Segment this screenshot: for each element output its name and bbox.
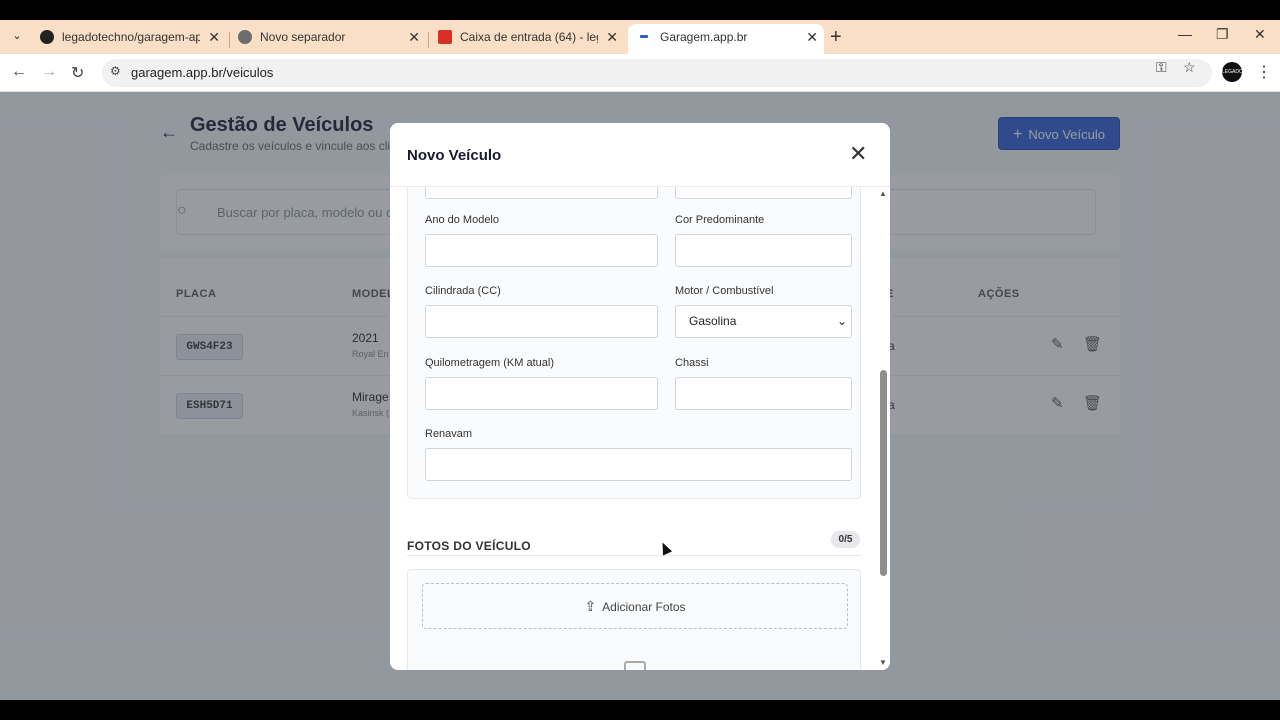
- scroll-down-arrow-icon[interactable]: ▼: [879, 658, 887, 667]
- ano-modelo-input[interactable]: [425, 234, 658, 267]
- photos-section-title: FOTOS DO VEÍCULO: [407, 539, 531, 553]
- add-photos-button[interactable]: ⇪ Adicionar Fotos: [422, 583, 848, 629]
- new-vehicle-modal: Novo Veículo ✕ Ano do Modelo Cor Predomi…: [390, 123, 890, 670]
- motor-select-value: Gasolina: [689, 314, 737, 328]
- browser-tabstrip: ⌄ legadotechno/garagem-app-br ✕ Novo sep…: [0, 20, 1280, 54]
- label-chassi: Chassi: [675, 357, 709, 369]
- close-window-icon[interactable]: ✕: [1254, 26, 1266, 43]
- minimize-icon[interactable]: —: [1178, 26, 1192, 42]
- gmail-icon: [438, 30, 452, 44]
- profile-avatar[interactable]: LEGADO: [1222, 62, 1243, 82]
- chassi-input[interactable]: [675, 377, 852, 410]
- close-tab-icon[interactable]: ✕: [606, 24, 618, 50]
- password-key-icon[interactable]: ⚿: [1156, 59, 1167, 76]
- scrollbar-thumb[interactable]: [880, 370, 887, 576]
- back-icon[interactable]: ←: [11, 63, 27, 81]
- scroll-up-arrow-icon[interactable]: ▲: [879, 189, 887, 198]
- add-photos-label: Adicionar Fotos: [602, 600, 686, 614]
- photos-panel: ⇪ Adicionar Fotos: [407, 569, 861, 670]
- new-tab-icon[interactable]: +: [830, 26, 842, 49]
- screen: ⌄ legadotechno/garagem-app-br ✕ Novo sep…: [0, 0, 1280, 720]
- cilindrada-input[interactable]: [425, 305, 658, 338]
- motor-select[interactable]: Gasolina ⌄: [675, 305, 852, 338]
- close-icon[interactable]: ✕: [849, 141, 867, 167]
- tab-label: Novo separador: [260, 30, 346, 44]
- tab-label: Garagem.app.br: [660, 30, 748, 44]
- upload-icon: ⇪: [584, 598, 597, 614]
- address-bar[interactable]: ⚙ garagem.app.br/veiculos: [102, 59, 1212, 87]
- browser-menu-icon[interactable]: ⋮: [1256, 62, 1272, 82]
- github-icon: [40, 30, 54, 44]
- url-text: garagem.app.br/veiculos: [131, 65, 274, 80]
- vehicle-details-panel: Ano do Modelo Cor Predominante Cilindrad…: [407, 187, 861, 499]
- label-cor: Cor Predominante: [675, 214, 765, 226]
- close-tab-icon[interactable]: ✕: [806, 24, 818, 50]
- bookmark-star-icon[interactable]: ☆: [1183, 59, 1196, 76]
- previous-field-right[interactable]: [675, 187, 852, 199]
- browser-toolbar: ← → ↻ ⚙ garagem.app.br/veiculos ⚿ ☆ LEGA…: [0, 54, 1280, 92]
- photo-count-badge: 0/5: [831, 531, 860, 548]
- cor-input[interactable]: [675, 234, 852, 267]
- km-input[interactable]: [425, 377, 658, 410]
- label-km: Quilometragem (KM atual): [425, 357, 554, 369]
- browser-tab-new[interactable]: Novo separador ✕: [228, 24, 426, 54]
- tab-label: legadotechno/garagem-app-br: [62, 30, 200, 44]
- modal-body: Ano do Modelo Cor Predominante Cilindrad…: [390, 187, 878, 670]
- tab-label: Caixa de entrada (64) - legadotechno: [460, 30, 598, 44]
- modal-scrollbar[interactable]: ▲ ▼: [878, 187, 890, 670]
- label-motor: Motor / Combustível: [675, 285, 774, 297]
- chevron-down-icon: ⌄: [836, 314, 847, 328]
- close-tab-icon[interactable]: ✕: [408, 24, 420, 50]
- browser-tab-gmail[interactable]: Caixa de entrada (64) - legadotechno ✕: [428, 24, 624, 54]
- label-ano-modelo: Ano do Modelo: [425, 214, 499, 226]
- site-info-icon[interactable]: ⚙: [110, 64, 121, 78]
- label-cilindrada: Cilindrada (CC): [425, 285, 501, 297]
- previous-field-left[interactable]: [425, 187, 658, 199]
- site-icon: [640, 35, 648, 38]
- forward-icon[interactable]: →: [41, 63, 57, 81]
- restore-icon[interactable]: ❐: [1216, 26, 1229, 43]
- photos-divider: [407, 555, 861, 556]
- renavam-input[interactable]: [425, 448, 852, 481]
- tab-search-chevron-icon[interactable]: ⌄: [8, 29, 26, 47]
- browser-tab-github[interactable]: legadotechno/garagem-app-br ✕: [30, 24, 226, 54]
- modal-title: Novo Veículo: [407, 147, 502, 164]
- close-tab-icon[interactable]: ✕: [208, 24, 220, 50]
- browser-tab-garagem[interactable]: Garagem.app.br ✕: [628, 24, 824, 54]
- chrome-icon: [238, 30, 252, 44]
- label-renavam: Renavam: [425, 428, 473, 440]
- reload-icon[interactable]: ↻: [71, 63, 84, 83]
- image-placeholder-icon: [624, 661, 646, 670]
